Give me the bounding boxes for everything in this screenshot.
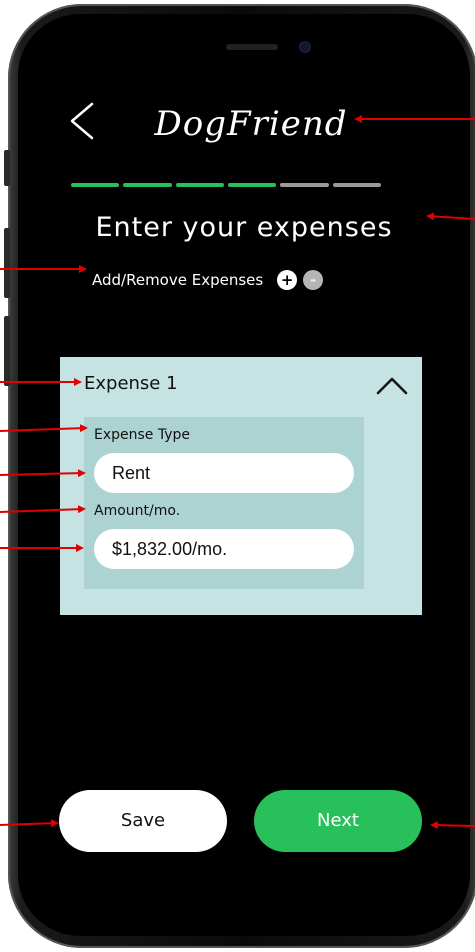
add-expense-button[interactable]: + xyxy=(277,270,298,290)
app-logo: DogFriend xyxy=(154,104,348,144)
save-button[interactable]: Save xyxy=(59,790,227,852)
progress-segment xyxy=(175,183,224,187)
progress-segment xyxy=(123,183,172,187)
expense-type-label: Expense Type xyxy=(94,427,191,443)
collapse-chevron-icon[interactable] xyxy=(374,373,410,399)
progress-segment xyxy=(227,183,277,187)
add-remove-label: Add/Remove Expenses xyxy=(92,271,264,289)
back-chevron-icon[interactable] xyxy=(64,98,100,144)
phone-volume-up xyxy=(4,228,10,298)
amount-field[interactable]: $1,832.00/mo. xyxy=(94,529,354,569)
progress-bar xyxy=(71,183,381,187)
next-button[interactable]: Next xyxy=(254,790,422,852)
expense-fields-panel: Expense Type Rent Amount/mo. $1,832.00/m… xyxy=(84,417,364,589)
expense-controls: Add/Remove Expenses + - xyxy=(92,270,324,290)
progress-segment xyxy=(332,183,381,187)
page-title: Enter your expenses xyxy=(95,212,393,243)
remove-expense-button[interactable]: - xyxy=(303,270,324,290)
speaker-grille xyxy=(226,44,278,50)
expense-type-field[interactable]: Rent xyxy=(94,453,354,493)
progress-segment xyxy=(280,183,329,187)
phone-silent-switch xyxy=(4,150,10,186)
progress-segment xyxy=(71,183,120,187)
expense-card: Expense 1 Expense Type Rent Amount/mo. $… xyxy=(60,357,422,615)
phone-screen: DogFriend Enter your expenses Add/Remove… xyxy=(18,14,470,936)
front-camera xyxy=(300,42,310,52)
amount-label: Amount/mo. xyxy=(94,503,181,519)
expense-card-title: Expense 1 xyxy=(84,373,178,394)
phone-volume-down xyxy=(4,316,10,386)
